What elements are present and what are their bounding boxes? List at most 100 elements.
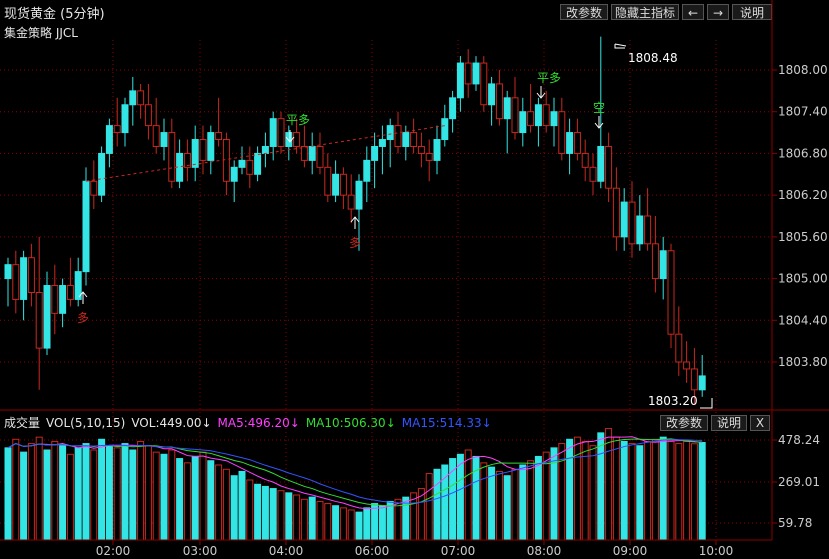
volume-bar	[137, 440, 145, 541]
candle-body	[542, 104, 550, 127]
volume-params: VOL(5,10,15)	[46, 416, 126, 430]
low-marker-icon	[700, 398, 713, 409]
volume-bar	[425, 473, 433, 541]
candle-body	[285, 132, 293, 147]
candle-body	[456, 62, 464, 99]
candle-body	[550, 111, 558, 127]
time-tick-label: 04:00	[269, 544, 304, 558]
volume-bar	[371, 503, 379, 541]
volume-bar	[527, 460, 535, 541]
candle-body	[12, 264, 20, 300]
candle-body	[441, 118, 449, 141]
volume-bar	[27, 443, 35, 541]
candle-body	[20, 257, 28, 300]
volume-bar	[66, 453, 74, 541]
candle-body	[644, 215, 652, 245]
candle-body	[137, 90, 145, 106]
candle-body	[534, 104, 542, 127]
candle-body	[698, 375, 706, 391]
volume-bar	[246, 479, 254, 541]
volume-bar	[464, 449, 472, 541]
price-tick-label: 1806.20	[778, 188, 828, 202]
candle-body	[581, 152, 589, 168]
volume-bar	[519, 464, 527, 541]
volume-bar	[433, 468, 441, 541]
volume-bar	[511, 468, 519, 541]
candle-body	[121, 104, 129, 134]
candle-body	[683, 361, 691, 370]
candle-body	[573, 132, 581, 154]
candle-body	[152, 125, 160, 147]
volume-bar	[129, 449, 137, 541]
price-tick-label: 1806.80	[778, 146, 828, 160]
signal-long-1: 多	[77, 311, 89, 325]
candle-body	[386, 125, 394, 141]
chart-canvas[interactable]: 1808.00 1807.40 1806.80 1806.20 1805.60 1805.…	[0, 0, 829, 559]
time-tick-label: 02:00	[96, 544, 131, 558]
candle-body	[90, 180, 98, 196]
volume-bar	[347, 509, 355, 541]
volume-bar	[222, 468, 230, 541]
volume-bar	[542, 451, 550, 541]
candle-body	[277, 118, 285, 147]
volume-bar	[43, 449, 51, 541]
signal-short: 空	[593, 101, 605, 115]
time-tick-label: 03:00	[183, 544, 218, 558]
arrow-down-icon	[594, 116, 604, 129]
volume-bar	[628, 443, 636, 541]
volume-bar	[277, 490, 285, 541]
candle-body	[222, 139, 230, 182]
volume-help-button[interactable]: 说明	[711, 415, 747, 431]
time-tick-label: 09:00	[613, 544, 648, 558]
candle-body	[659, 250, 667, 280]
candle-body	[558, 111, 566, 154]
volume-bar	[566, 438, 574, 541]
volume-bar	[105, 445, 113, 541]
volume-bar	[183, 462, 191, 541]
candle-body	[605, 145, 613, 189]
price-tick-label: 1807.40	[778, 105, 828, 119]
volume-bar	[355, 511, 363, 541]
candle-body	[105, 125, 113, 154]
volume-bar	[168, 449, 176, 541]
candle-body	[620, 201, 628, 238]
candle-body	[628, 201, 636, 245]
volume-bar	[456, 453, 464, 541]
candle-body	[347, 194, 355, 210]
candle-body	[324, 166, 332, 196]
candle-body	[378, 139, 386, 147]
candle-body	[129, 90, 137, 106]
volume-close-button[interactable]: X	[750, 415, 770, 431]
volume-bar	[293, 494, 301, 541]
volume-bar	[675, 443, 683, 541]
low-price-label: 1803.20	[648, 394, 698, 408]
candle-body	[402, 132, 410, 147]
candle-body	[293, 132, 301, 147]
volume-title: 成交量	[4, 416, 41, 430]
candle-body	[394, 125, 402, 147]
candle-body	[488, 83, 496, 106]
volume-bar	[488, 466, 496, 541]
volume-bar	[651, 438, 659, 541]
volume-tick-label: 478.24	[778, 433, 820, 447]
candle-body	[308, 145, 316, 161]
volume-bar	[176, 458, 184, 541]
volume-bar	[4, 447, 12, 541]
candle-body	[449, 97, 457, 120]
ma5-value: MA5:496.20↓	[217, 416, 300, 430]
volume-change-params-button[interactable]: 改参数	[660, 415, 708, 431]
volume-bar	[207, 460, 215, 541]
candle-body	[410, 132, 418, 147]
volume-tick-label: 59.78	[778, 516, 812, 530]
price-axis-ticks: 1808.00 1807.40 1806.80 1806.20 1805.60 1805.…	[772, 63, 828, 369]
volume-bar	[620, 440, 628, 541]
candle-body	[651, 243, 659, 280]
signal-flat-long-2: 平多	[537, 71, 561, 85]
candle-body	[363, 159, 371, 182]
volume-bar	[82, 443, 90, 541]
candle-body	[238, 159, 246, 168]
volume-bar	[503, 475, 511, 541]
candle-body	[417, 145, 425, 154]
high-price-label: 1808.48	[628, 51, 678, 65]
price-tick-label: 1805.60	[778, 230, 828, 244]
